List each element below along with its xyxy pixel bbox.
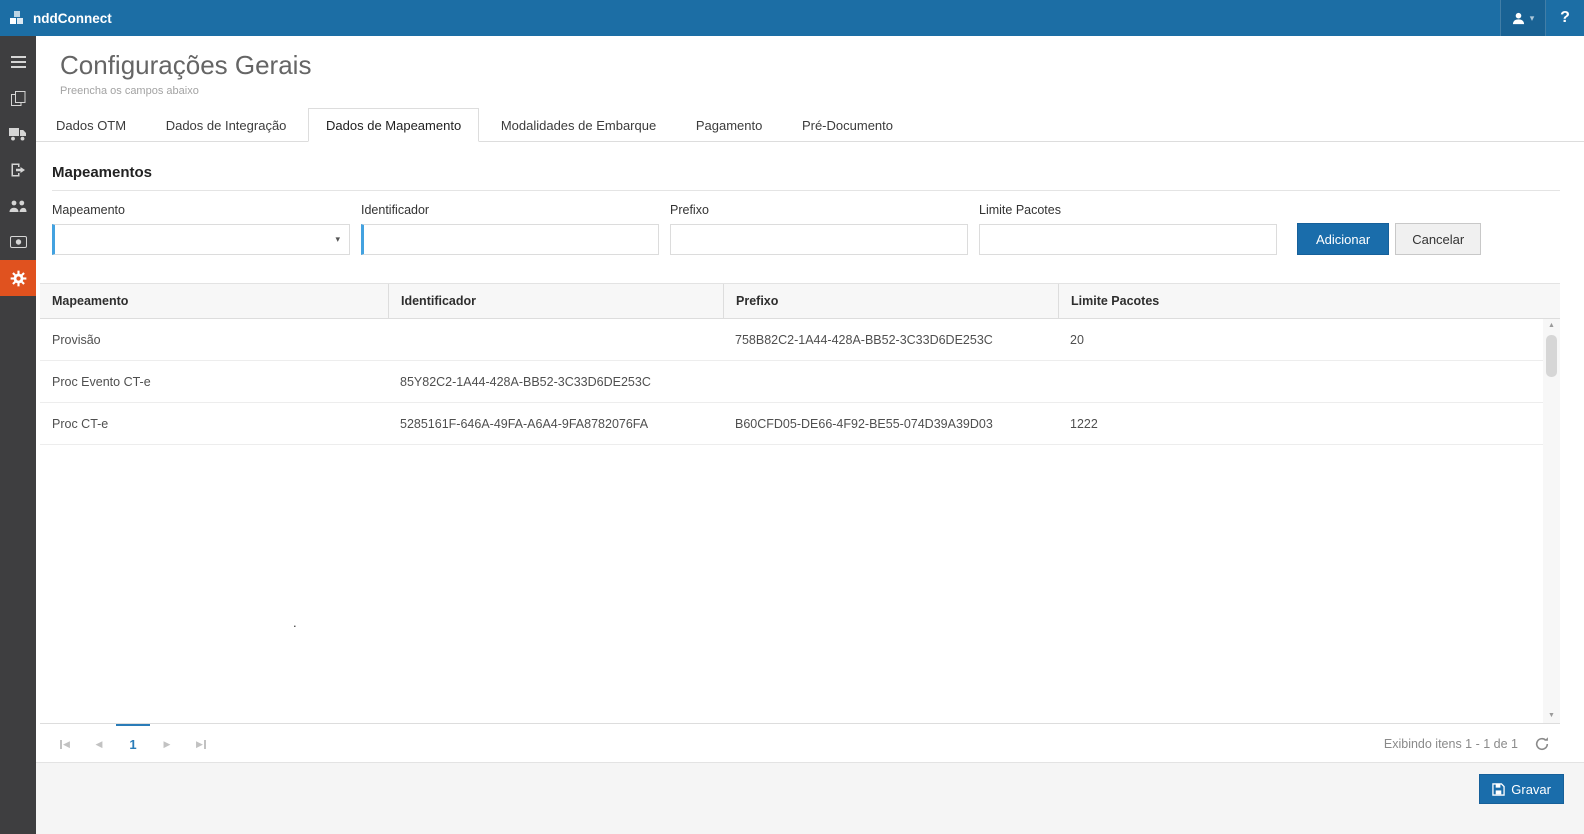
adicionar-button[interactable]: Adicionar (1297, 223, 1389, 255)
table-scrollbar[interactable]: ▲ ▼ (1543, 319, 1560, 723)
help-icon: ? (1560, 9, 1570, 27)
last-page-button[interactable]: ▶ (184, 724, 218, 764)
brand-label: nddConnect (33, 11, 112, 26)
chevron-down-icon: ▾ (335, 234, 340, 245)
triangle-left-icon: ◀ (96, 739, 103, 750)
cell-mapeamento: Provisão (40, 333, 388, 347)
user-menu-button[interactable]: ▾ (1500, 0, 1546, 36)
mappings-grid: Mapeamento Identificador Prefixo Limite … (40, 283, 1560, 764)
tab-strip: Dados OTM Dados de Integração Dados de M… (36, 107, 1584, 142)
save-icon (1492, 783, 1505, 796)
pager-status: Exibindo itens 1 - 1 de 1 (1384, 737, 1518, 751)
triangle-right-icon: ▶ (196, 739, 203, 750)
tab-dados-de-integracao[interactable]: Dados de Integração (148, 108, 305, 142)
cancelar-button[interactable]: Cancelar (1395, 223, 1481, 255)
gear-icon (10, 270, 27, 287)
user-icon (1512, 12, 1525, 25)
field-mapeamento: Mapeamento ▾ (52, 203, 350, 255)
sidebar-item-menu[interactable] (0, 44, 36, 80)
grid-header-row: Mapeamento Identificador Prefixo Limite … (40, 283, 1560, 319)
limite-pacotes-label: Limite Pacotes (979, 203, 1277, 217)
chevron-down-icon: ▾ (1530, 13, 1535, 24)
limite-pacotes-input[interactable] (979, 224, 1277, 255)
cell-prefixo: 758B82C2-1A44-428A-BB52-3C33D6DE253C (723, 333, 1058, 347)
topbar-actions: ▾ ? (1500, 0, 1584, 36)
topbar: nddConnect ▾ ? (0, 0, 1584, 36)
pager: ◀ ◀ 1 ▶ ▶ Exibindo itens 1 - 1 de 1 (40, 723, 1560, 764)
identificador-input[interactable] (361, 224, 659, 255)
cell-limite-pacotes: 1222 (1058, 417, 1560, 431)
refresh-button[interactable] (1534, 736, 1550, 752)
tab-pre-documento[interactable]: Pré-Documento (784, 108, 911, 142)
scroll-up-icon[interactable]: ▲ (1548, 321, 1555, 331)
form-buttons: Adicionar Cancelar (1297, 223, 1481, 255)
triangle-left-icon: ◀ (63, 739, 70, 750)
tab-modalidades-de-embarque[interactable]: Modalidades de Embarque (483, 108, 674, 142)
table-row[interactable]: Proc CT-e 5285161F-646A-49FA-A6A4-9FA878… (40, 403, 1560, 445)
export-icon (11, 163, 26, 177)
cell-mapeamento: Proc Evento CT-e (40, 375, 388, 389)
column-header-identificador[interactable]: Identificador (388, 284, 723, 318)
banknote-icon (10, 236, 27, 248)
bar-icon (204, 740, 206, 749)
hamburger-icon (11, 56, 26, 68)
column-header-limite-pacotes[interactable]: Limite Pacotes (1058, 284, 1560, 318)
cell-identificador: 5285161F-646A-49FA-A6A4-9FA8782076FA (388, 417, 723, 431)
field-identificador: Identificador (361, 203, 659, 255)
page-subtitle: Preencha os campos abaixo (60, 85, 1584, 97)
previous-page-button[interactable]: ◀ (82, 724, 116, 764)
triangle-right-icon: ▶ (164, 739, 171, 750)
mapping-form: Mapeamento ▾ Identificador Prefixo Limit… (52, 203, 1560, 255)
column-header-prefixo[interactable]: Prefixo (723, 284, 1058, 318)
sidebar-item-transport[interactable] (0, 116, 36, 152)
tab-dados-otm[interactable]: Dados OTM (38, 108, 144, 142)
page-number-button[interactable]: 1 (116, 724, 150, 764)
tab-dados-de-mapeamento[interactable]: Dados de Mapeamento (308, 108, 479, 142)
section-divider (52, 190, 1560, 191)
table-row[interactable]: Provisão 758B82C2-1A44-428A-BB52-3C33D6D… (40, 319, 1560, 361)
page-head: Configurações Gerais Preencha os campos … (36, 36, 1584, 97)
sidebar-item-users[interactable] (0, 188, 36, 224)
page-title: Configurações Gerais (60, 50, 1584, 81)
first-page-button[interactable]: ◀ (48, 724, 82, 764)
bar-icon (60, 740, 62, 749)
table-row[interactable]: Proc Evento CT-e 85Y82C2-1A44-428A-BB52-… (40, 361, 1560, 403)
cell-identificador: 85Y82C2-1A44-428A-BB52-3C33D6DE253C (388, 375, 723, 389)
cell-mapeamento: Proc CT-e (40, 417, 388, 431)
mapeamento-label: Mapeamento (52, 203, 350, 217)
cell-limite-pacotes: 20 (1058, 333, 1560, 347)
sidebar-item-billing[interactable] (0, 224, 36, 260)
column-header-mapeamento[interactable]: Mapeamento (40, 284, 388, 318)
pages-icon (11, 91, 26, 106)
footer-bar: Gravar (36, 762, 1584, 834)
cell-prefixo: B60CFD05-DE66-4F92-BE55-074D39A39D03 (723, 417, 1058, 431)
prefixo-input[interactable] (670, 224, 968, 255)
tab-content: Mapeamentos Mapeamento ▾ Identificador P… (36, 164, 1584, 764)
users-icon (9, 200, 27, 213)
field-limite-pacotes: Limite Pacotes (979, 203, 1277, 255)
tab-pagamento[interactable]: Pagamento (678, 108, 781, 142)
sidebar (0, 36, 36, 834)
sidebar-item-pages[interactable] (0, 80, 36, 116)
gravar-label: Gravar (1511, 782, 1551, 797)
mapeamento-select[interactable]: ▾ (52, 224, 350, 255)
field-prefixo: Prefixo (670, 203, 968, 255)
prefixo-label: Prefixo (670, 203, 968, 217)
ndd-logo-icon (10, 11, 26, 26)
brand: nddConnect (0, 11, 112, 26)
sidebar-item-settings[interactable] (0, 260, 36, 296)
identificador-label: Identificador (361, 203, 659, 217)
gravar-button[interactable]: Gravar (1479, 774, 1564, 804)
next-page-button[interactable]: ▶ (150, 724, 184, 764)
scrollbar-thumb[interactable] (1546, 335, 1557, 377)
scroll-down-icon[interactable]: ▼ (1548, 711, 1555, 721)
grid-body: Provisão 758B82C2-1A44-428A-BB52-3C33D6D… (40, 319, 1560, 723)
help-button[interactable]: ? (1546, 0, 1584, 36)
section-heading: Mapeamentos (52, 164, 1560, 181)
stray-dot: . (293, 615, 297, 630)
sidebar-item-export[interactable] (0, 152, 36, 188)
main-panel: Configurações Gerais Preencha os campos … (36, 36, 1584, 834)
truck-icon (9, 127, 27, 141)
